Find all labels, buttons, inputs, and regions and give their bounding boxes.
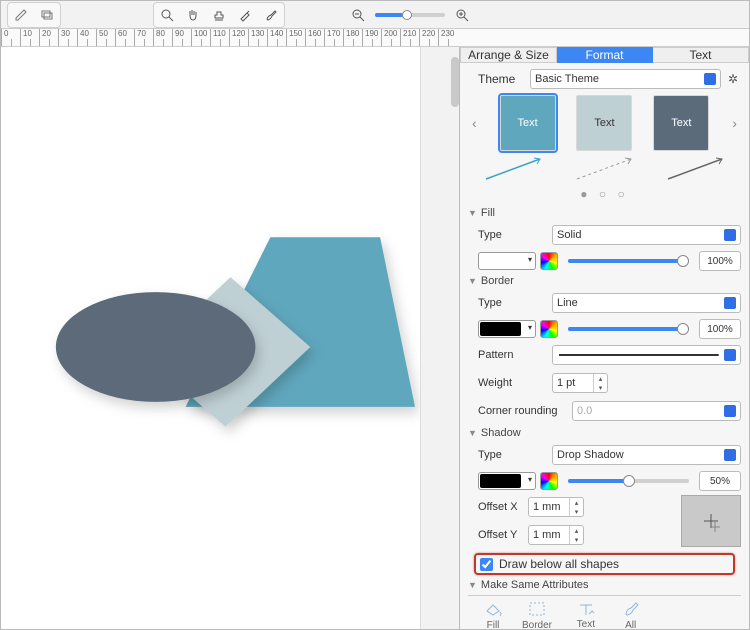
sameattr-fill-button[interactable]: Fill	[482, 600, 504, 629]
section-border[interactable]: ▼Border	[468, 275, 741, 287]
style-card-3[interactable]: Text	[653, 95, 709, 151]
section-same-attributes[interactable]: ▼Make Same Attributes	[468, 579, 741, 591]
border-type-select[interactable]: Line▴▾	[552, 293, 741, 313]
draw-below-checkbox[interactable]	[480, 558, 493, 571]
section-shadow[interactable]: ▼Shadow	[468, 427, 741, 439]
border-color-wheel-icon[interactable]	[540, 320, 558, 338]
shadow-color-combo[interactable]	[478, 472, 536, 490]
magnify-icon[interactable]	[156, 5, 178, 25]
canvas-area	[1, 47, 459, 629]
tab-text[interactable]: Text	[653, 47, 749, 63]
section-fill[interactable]: ▼Fill	[468, 207, 741, 219]
tab-arrange-size[interactable]: Arrange & Size	[460, 47, 557, 63]
paint-bucket-icon	[482, 600, 504, 618]
shape-ellipse[interactable]	[56, 292, 256, 402]
shadow-type-select[interactable]: Drop Shadow▴▾	[552, 445, 741, 465]
sameattr-text-button[interactable]: Text Format	[570, 600, 602, 629]
hand-icon[interactable]	[182, 5, 204, 25]
line-style-previews	[468, 155, 741, 183]
same-attributes-footer: Fill Border Text Format All	[468, 595, 741, 629]
draw-below-label: Draw below all shapes	[499, 557, 619, 571]
style-card-1[interactable]: Text	[500, 95, 556, 151]
shadow-offx-label: Offset X	[468, 501, 524, 513]
fill-opacity-slider[interactable]	[568, 259, 689, 263]
eyedropper-icon[interactable]	[234, 5, 256, 25]
style-prev-icon[interactable]: ‹	[470, 115, 479, 131]
border-corner-field[interactable]: 0.0▴▾	[572, 401, 741, 421]
text-format-icon	[575, 600, 597, 618]
style-card-2[interactable]: Text	[576, 95, 632, 151]
border-opacity-field[interactable]: 100%	[699, 319, 741, 339]
layers-tool-icon[interactable]	[36, 5, 58, 25]
stamp-icon[interactable]	[208, 5, 230, 25]
shadow-opacity-field[interactable]: 50%	[699, 471, 741, 491]
inspector-panel: Arrange & Size Format Text Theme Basic T…	[459, 47, 749, 629]
tool-group-view	[153, 2, 285, 28]
theme-select[interactable]: Basic Theme▴▾	[530, 69, 721, 89]
border-opacity-slider[interactable]	[568, 327, 689, 331]
sameattr-all-button[interactable]: All	[620, 600, 642, 629]
shadow-offx-field[interactable]: 1 mm▴▾	[528, 497, 584, 517]
inspector-tabs: Arrange & Size Format Text	[460, 47, 749, 63]
canvas-scrollbar[interactable]	[451, 57, 459, 107]
shadow-opacity-slider[interactable]	[568, 479, 689, 483]
shadow-offy-field[interactable]: 1 mm▴▾	[528, 525, 584, 545]
border-weight-field[interactable]: 1 pt▴▾	[552, 373, 608, 393]
brush-all-icon	[620, 600, 642, 618]
style-carousel: ‹ Text Text Text ›	[468, 95, 741, 151]
drawing-canvas[interactable]	[1, 47, 421, 629]
tab-format[interactable]: Format	[557, 47, 653, 63]
sameattr-border-button[interactable]: Border	[522, 600, 552, 629]
brush-icon[interactable]	[260, 5, 282, 25]
zoom-out-icon[interactable]	[347, 5, 369, 25]
border-color-combo[interactable]	[478, 320, 536, 338]
fill-type-select[interactable]: Solid▴▾	[552, 225, 741, 245]
border-corner-label: Corner rounding	[468, 405, 568, 417]
fill-type-label: Type	[468, 229, 548, 241]
draw-below-highlight: Draw below all shapes	[474, 553, 735, 575]
shadow-type-label: Type	[468, 449, 548, 461]
gear-icon[interactable]: ✲	[725, 71, 741, 87]
style-next-icon[interactable]: ›	[730, 115, 739, 131]
tool-group-edit	[7, 2, 61, 28]
theme-label: Theme	[478, 72, 526, 86]
zoom-slider[interactable]	[375, 13, 445, 17]
border-pattern-label: Pattern	[468, 349, 548, 361]
main-toolbar	[1, 1, 749, 29]
shadow-preview	[681, 495, 741, 547]
border-pattern-select[interactable]: ▴▾	[552, 345, 741, 365]
fill-color-wheel-icon[interactable]	[540, 252, 558, 270]
fill-opacity-field[interactable]: 100%	[699, 251, 741, 271]
horizontal-ruler: 0102030405060708090100110120130140150160…	[1, 29, 749, 47]
border-swatch-icon	[526, 600, 548, 618]
border-type-label: Type	[468, 297, 548, 309]
pencil-tool-icon[interactable]	[10, 5, 32, 25]
border-weight-label: Weight	[468, 377, 548, 389]
style-page-dots[interactable]: ● ○ ○	[468, 187, 741, 201]
shadow-offy-label: Offset Y	[468, 529, 524, 541]
zoom-in-icon[interactable]	[451, 5, 473, 25]
fill-color-combo[interactable]	[478, 252, 536, 270]
shadow-color-wheel-icon[interactable]	[540, 472, 558, 490]
